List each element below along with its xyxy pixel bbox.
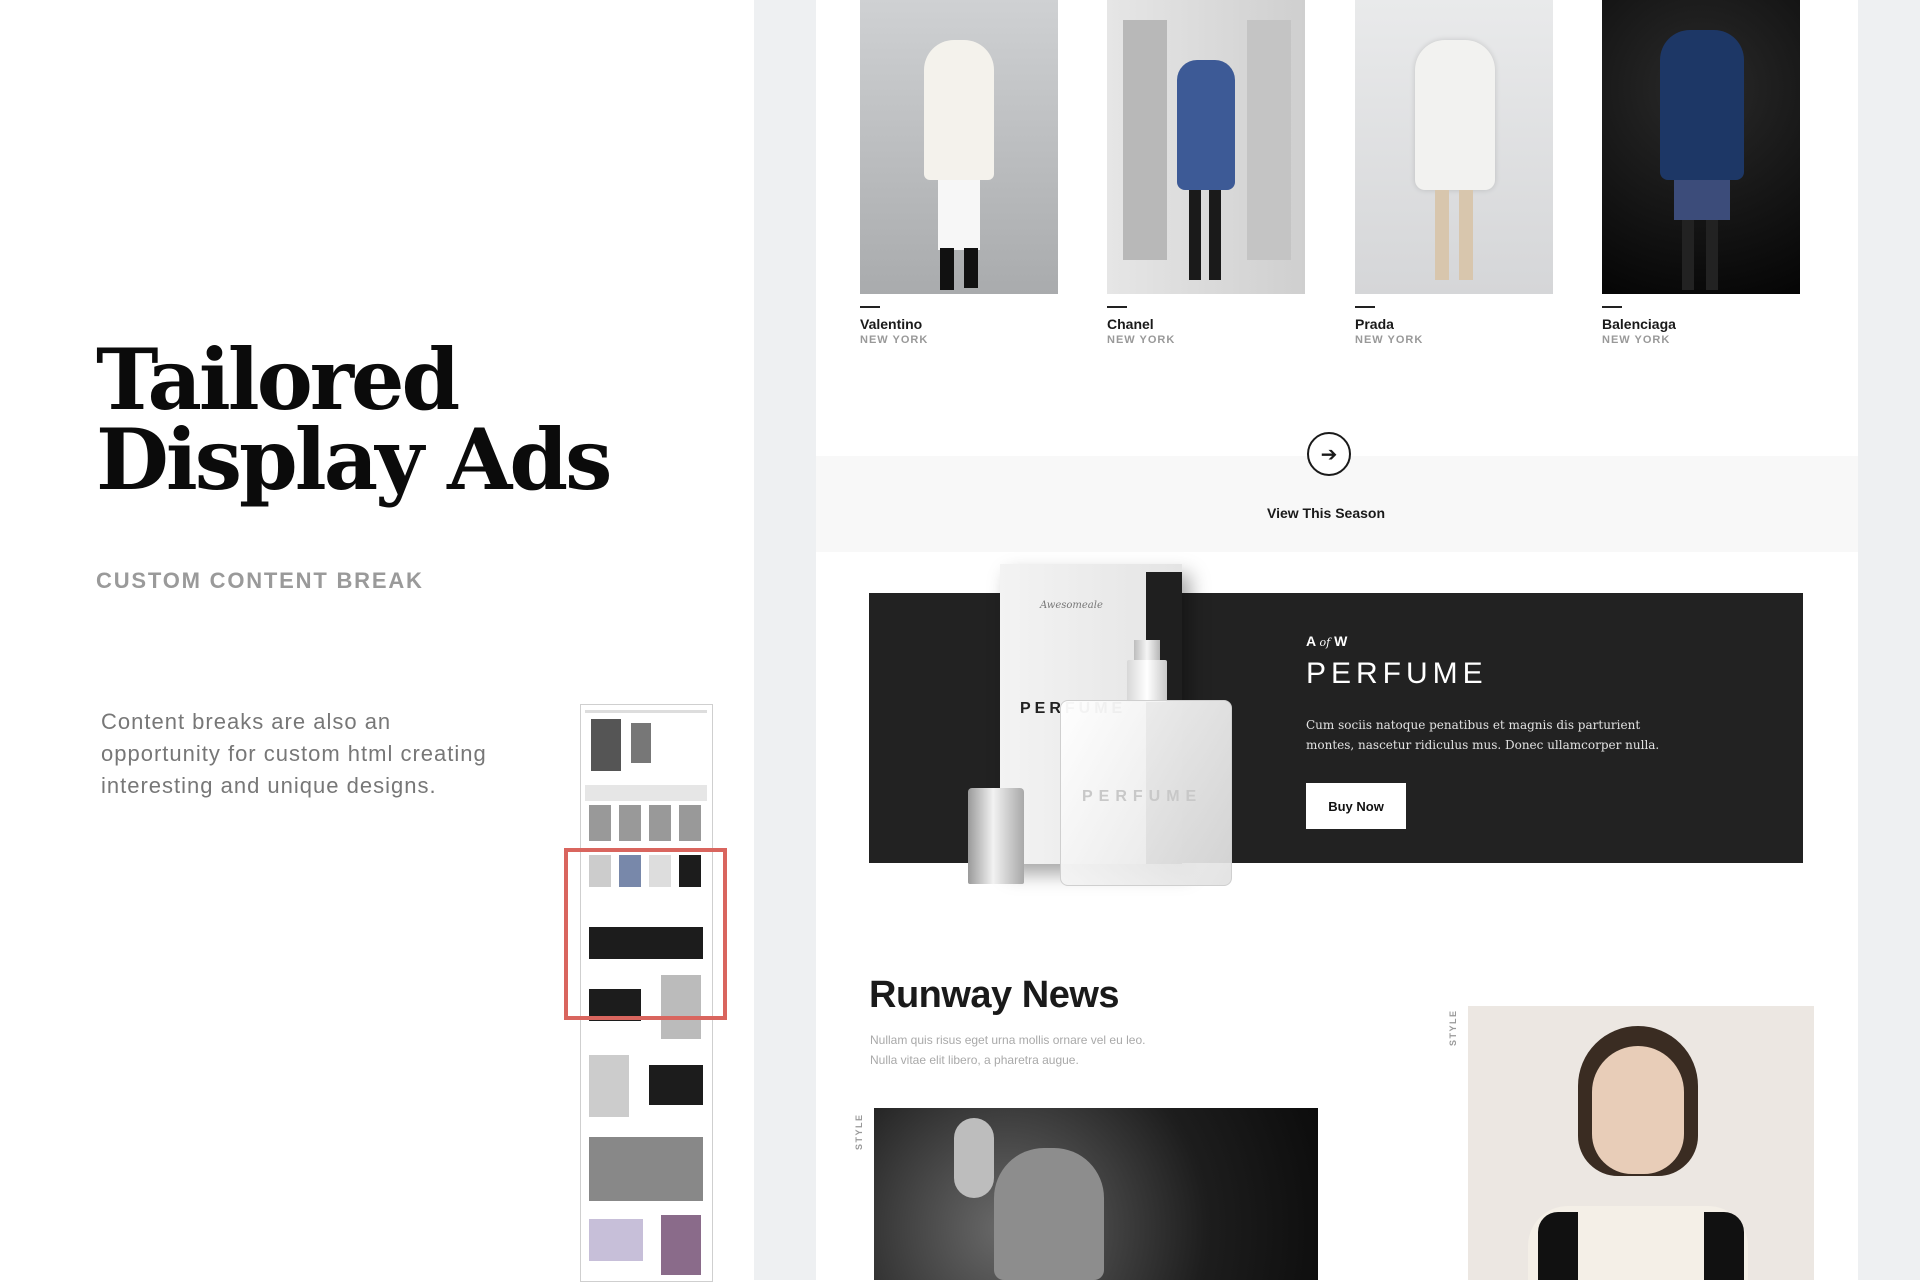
thumb-image	[631, 723, 651, 763]
thumb-band	[585, 785, 707, 801]
designer-dash	[860, 306, 880, 308]
thumb-image	[589, 1137, 703, 1201]
view-season-button[interactable]: ➔	[1307, 432, 1351, 476]
thumb-nav	[585, 710, 707, 713]
arrow-right-icon: ➔	[1320, 443, 1338, 466]
perfume-box-logo: Awesomeale	[1040, 600, 1103, 611]
designer-card-valentino[interactable]: Valentino NEW YORK	[860, 0, 1060, 346]
perfume-nozzle-image	[1134, 640, 1160, 662]
ad-brand-a: A	[1306, 633, 1316, 649]
subtitle: CUSTOM CONTENT BREAK	[96, 568, 424, 593]
headline: Tailored Display Ads	[96, 330, 612, 509]
ad-brand: A of W	[1306, 633, 1347, 649]
description: Content breaks are also an opportunity f…	[101, 709, 487, 798]
ad-brand-of: of	[1319, 636, 1331, 649]
perfume-bottle-label: PERFUME	[1082, 788, 1203, 805]
ad-brand-w: W	[1334, 633, 1348, 649]
designer-city: NEW YORK	[1107, 334, 1176, 346]
designer-name: Chanel	[1107, 316, 1154, 332]
designer-name: Prada	[1355, 316, 1394, 332]
thumb-image	[589, 1219, 643, 1261]
designer-card-prada[interactable]: Prada NEW YORK	[1355, 0, 1555, 346]
headline-line-1: Tailored	[96, 330, 460, 429]
thumb-image	[589, 1055, 629, 1117]
thumb-image	[589, 805, 611, 841]
perfume-cap-image	[968, 788, 1024, 884]
designer-card-balenciaga[interactable]: Balenciaga NEW YORK	[1602, 0, 1802, 346]
designer-city: NEW YORK	[860, 334, 929, 346]
perfume-neck-image	[1127, 660, 1167, 702]
designer-name: Valentino	[860, 316, 923, 332]
buy-now-button[interactable]: Buy Now	[1306, 783, 1406, 829]
headline-line-2: Display Ads	[96, 410, 612, 509]
thumb-image	[649, 1065, 703, 1105]
designer-photo	[1602, 0, 1800, 294]
runway-news-body: Nullam quis risus eget urna mollis ornar…	[870, 1033, 1146, 1067]
designer-photo	[860, 0, 1058, 294]
runway-news-title: Runway News	[869, 974, 1120, 1016]
designer-dash	[1107, 306, 1127, 308]
style-tag: STYLE	[854, 1113, 864, 1150]
designer-city: NEW YORK	[1355, 334, 1424, 346]
designer-photo	[1107, 0, 1305, 294]
thumbnail-highlight	[564, 848, 727, 1020]
view-season-link[interactable]: View This Season	[1200, 505, 1452, 521]
designer-name: Balenciaga	[1602, 316, 1676, 332]
designer-card-chanel[interactable]: Chanel NEW YORK	[1107, 0, 1307, 346]
thumb-image	[649, 805, 671, 841]
news-image-man[interactable]	[874, 1108, 1318, 1280]
designer-dash	[1355, 306, 1375, 308]
designer-city: NEW YORK	[1602, 334, 1671, 346]
thumb-image	[591, 719, 621, 771]
thumb-image	[619, 805, 641, 841]
designer-dash	[1602, 306, 1622, 308]
ad-title: PERFUME	[1306, 657, 1488, 690]
style-tag: STYLE	[1448, 1009, 1458, 1046]
news-image-woman[interactable]	[1468, 1006, 1814, 1280]
thumb-image	[679, 805, 701, 841]
designer-photo	[1355, 0, 1553, 294]
ad-body: Cum sociis natoque penatibus et magnis d…	[1306, 718, 1660, 752]
thumb-image	[661, 1215, 701, 1275]
